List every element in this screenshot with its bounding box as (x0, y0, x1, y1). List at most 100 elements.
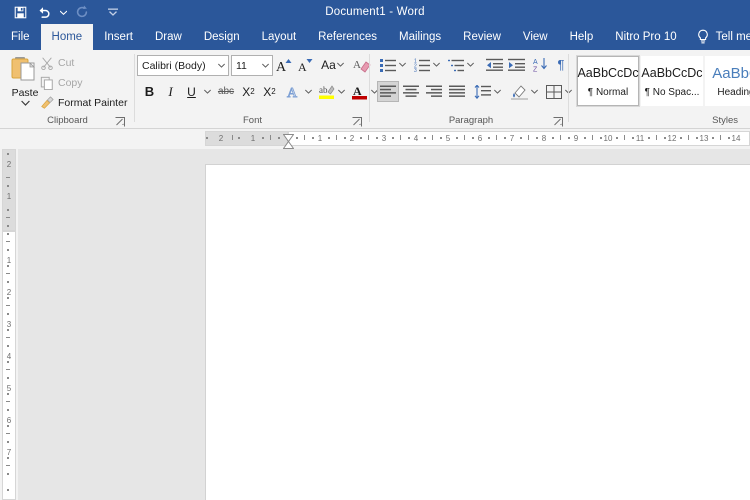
hruler-number: 2 (214, 131, 228, 146)
superscript-button[interactable]: X2 (259, 81, 280, 102)
shrink-font-button[interactable]: A (295, 54, 315, 75)
style-normal[interactable]: AaBbCcDc ¶ Normal (577, 56, 639, 106)
numbering-chevron-down-icon[interactable] (431, 54, 442, 75)
style-heading[interactable]: AaBbC Heading (705, 56, 750, 106)
redo-icon[interactable] (70, 1, 94, 23)
font-name-combo[interactable]: Calibri (Body) (137, 55, 229, 76)
font-size-combo[interactable]: 11 (231, 55, 273, 76)
svg-text:A: A (533, 59, 538, 66)
vertical-ruler[interactable]: 2 1 1 2 3 4 5 6 7 (0, 149, 18, 500)
tab-help[interactable]: Help (559, 24, 605, 50)
document-canvas[interactable] (18, 149, 750, 500)
format-painter-icon (40, 96, 54, 110)
copy-icon (40, 76, 54, 90)
borders-icon (546, 85, 562, 99)
undo-icon[interactable] (32, 1, 56, 23)
copy-button[interactable]: Copy (40, 74, 83, 92)
shading-chevron-down-icon[interactable] (529, 81, 540, 102)
font-color-button[interactable]: A (349, 81, 370, 102)
superscript-index: 2 (271, 87, 275, 96)
borders-button[interactable] (543, 81, 564, 102)
font-name-value: Calibri (Body) (138, 60, 215, 72)
change-case-chevron-down-icon[interactable] (336, 62, 345, 67)
format-painter-button[interactable]: Format Painter (40, 94, 127, 112)
save-icon[interactable] (8, 1, 32, 23)
tab-insert[interactable]: Insert (93, 24, 144, 50)
justify-button[interactable] (446, 81, 468, 102)
tab-view[interactable]: View (512, 24, 559, 50)
tab-review[interactable]: Review (452, 24, 512, 50)
paste-button[interactable]: Paste (6, 54, 44, 116)
ribbon-tabs: File Home Insert Draw Design Layout Refe… (0, 24, 750, 50)
style-heading-name: Heading (717, 87, 750, 98)
align-right-button[interactable] (423, 81, 445, 102)
svg-text:A: A (276, 60, 287, 74)
change-case-button[interactable]: Aa (318, 54, 348, 75)
tab-nitro-pro-10[interactable]: Nitro Pro 10 (604, 24, 687, 50)
font-dialog-launcher[interactable] (352, 114, 364, 126)
svg-text:ab: ab (319, 85, 328, 95)
bold-label: B (145, 84, 154, 99)
shading-button[interactable] (509, 81, 530, 102)
vruler-number: 6 (2, 417, 16, 425)
tab-layout[interactable]: Layout (251, 24, 308, 50)
horizontal-ruler[interactable]: 2 1 1 2 3 4 5 6 7 8 9 10 11 12 13 14 (0, 129, 750, 150)
bullets-button[interactable] (377, 54, 398, 75)
subscript-index: 2 (250, 87, 254, 96)
subscript-label: X (242, 85, 250, 99)
cut-button[interactable]: Cut (40, 54, 74, 72)
multilevel-list-chevron-down-icon[interactable] (465, 54, 476, 75)
hruler-number: 11 (633, 131, 647, 146)
style-no-spacing[interactable]: AaBbCcDc ¶ No Spac... (641, 56, 703, 106)
font-size-chevron-down-icon[interactable] (259, 63, 272, 68)
text-effects-icon: A (285, 83, 302, 100)
align-center-button[interactable] (400, 81, 422, 102)
tab-mailings[interactable]: Mailings (388, 24, 452, 50)
highlight-button[interactable]: ab (316, 81, 337, 102)
paragraph-dialog-launcher[interactable] (553, 114, 565, 126)
multilevel-list-button[interactable] (445, 54, 466, 75)
text-effects-button[interactable]: A (283, 81, 304, 102)
tell-me-search[interactable]: Tell me what you (688, 24, 750, 50)
grow-font-button[interactable]: A (274, 54, 294, 75)
hruler-number: 6 (473, 131, 487, 146)
highlight-chevron-down-icon[interactable] (336, 81, 347, 102)
decrease-indent-button[interactable] (483, 54, 505, 75)
title-bar: Document1 - Word (0, 0, 750, 24)
group-font: Calibri (Body) 11 A A (135, 50, 370, 128)
italic-button[interactable]: I (160, 81, 181, 102)
customize-qat-icon[interactable] (106, 1, 120, 23)
clipboard-dialog-launcher[interactable] (115, 114, 127, 126)
font-name-chevron-down-icon[interactable] (215, 63, 228, 68)
align-left-button[interactable] (377, 81, 399, 102)
underline-chevron-down-icon[interactable] (202, 81, 213, 102)
document-body-text[interactable] (206, 165, 750, 203)
line-spacing-chevron-down-icon[interactable] (492, 81, 503, 102)
tab-references[interactable]: References (307, 24, 388, 50)
sort-button[interactable]: A Z (530, 54, 551, 75)
hruler-number: 1 (313, 131, 327, 146)
strikethrough-label: abc (218, 86, 234, 97)
numbering-button[interactable]: 1 2 3 (411, 54, 432, 75)
tab-file[interactable]: File (0, 24, 41, 50)
tab-design[interactable]: Design (193, 24, 251, 50)
font-size-value: 11 (232, 60, 259, 72)
hruler-number: 3 (377, 131, 391, 146)
bold-button[interactable]: B (139, 81, 160, 102)
scissors-icon (40, 56, 54, 70)
format-painter-label: Format Painter (58, 97, 127, 109)
increase-indent-button[interactable] (505, 54, 527, 75)
document-page[interactable] (205, 164, 750, 500)
strikethrough-button[interactable]: abc (215, 81, 237, 102)
word-window: Document1 - Word File Home Insert Draw D… (0, 0, 750, 500)
text-effects-chevron-down-icon[interactable] (303, 81, 314, 102)
group-label-font: Font (135, 115, 370, 126)
underline-button[interactable]: U (181, 81, 202, 102)
undo-dropdown-icon[interactable] (56, 1, 70, 23)
paste-icon (10, 54, 40, 86)
subscript-button[interactable]: X2 (238, 81, 259, 102)
tab-home[interactable]: Home (41, 24, 94, 50)
line-spacing-button[interactable] (472, 81, 493, 102)
tab-draw[interactable]: Draw (144, 24, 193, 50)
bullets-chevron-down-icon[interactable] (397, 54, 408, 75)
